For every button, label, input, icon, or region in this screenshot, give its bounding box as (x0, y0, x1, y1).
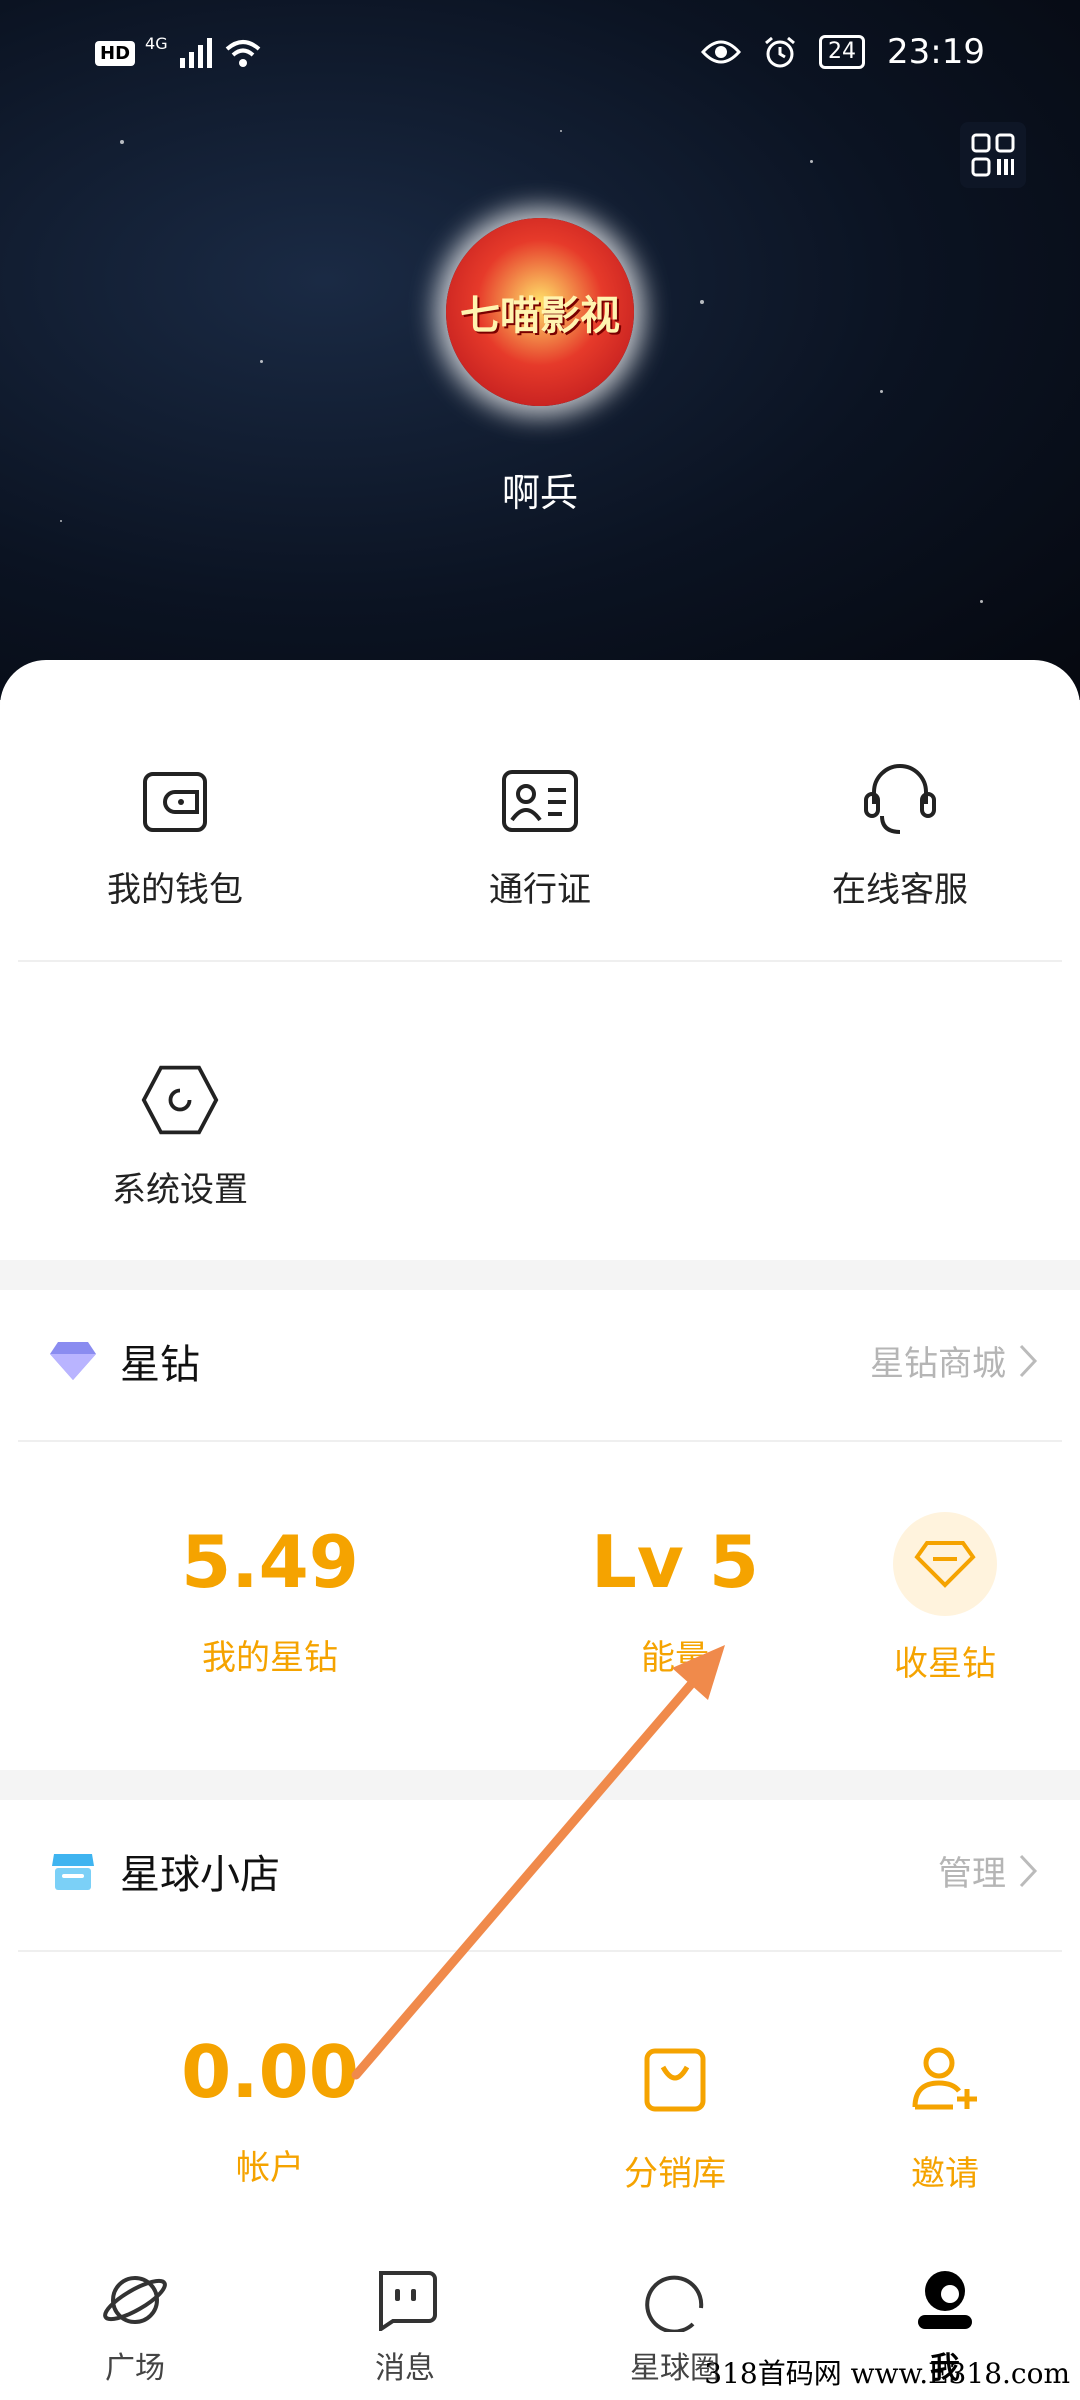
tab-messages[interactable]: 消息 (315, 2265, 495, 2387)
distribution-library-button[interactable]: 分销库 (525, 2038, 825, 2195)
settings-label: 系统设置 (112, 1170, 248, 1210)
collect-star-diamond-label: 收星钻 (894, 1644, 996, 1684)
menu-divider (18, 960, 1062, 962)
star-diamond-header: 星钻 星钻商城 (0, 1310, 1080, 1410)
user-name: 啊兵 (501, 471, 578, 515)
planet-shop-title: 星球小店 (120, 1852, 280, 1898)
watermark-text: 318首码网 www.E318.com (704, 2357, 1070, 2390)
avatar[interactable]: 七喵影视 (446, 218, 634, 406)
shop-manage-link[interactable]: 管理 (938, 1846, 1038, 1895)
my-star-diamond[interactable]: 5.49 我的星钻 (120, 1520, 420, 1679)
chevron-right-icon (1019, 1854, 1038, 1887)
profile-icon (918, 2271, 972, 2329)
star-diamond-card: 星钻 星钻商城 5.49 我的星钻 Lv 5 能量 收星钻 (0, 1290, 1080, 1770)
add-user-icon (912, 2047, 977, 2110)
menu-card: 我的钱包 通行证 在线客服 系统设置 (0, 660, 1080, 1260)
star-diamond-mall-label: 星钻商城 (870, 1344, 1006, 1384)
shop-icon (52, 1854, 94, 1890)
chevron-right-icon (1019, 1344, 1038, 1377)
pass-label: 通行证 (489, 870, 591, 910)
energy-level[interactable]: Lv 5 能量 (525, 1520, 825, 1679)
planet-shop-divider (18, 1950, 1062, 1952)
wallet-icon (143, 772, 207, 832)
pass-button[interactable]: 通行证 (420, 760, 660, 911)
clock: 23:19 (887, 32, 985, 72)
invite-label: 邀请 (911, 2154, 979, 2194)
avatar-image-text: 七喵影视 (460, 293, 620, 339)
shop-account-label: 帐户 (236, 2148, 304, 2188)
star-diamond-mall-link[interactable]: 星钻商城 (870, 1336, 1038, 1385)
circle-icon (645, 2275, 704, 2332)
star-diamond-divider (18, 1440, 1062, 1442)
shopping-bag-icon (644, 2048, 706, 2112)
tab-messages-label: 消息 (375, 2351, 435, 2386)
star-diamond-title: 星钻 (120, 1342, 200, 1388)
id-card-icon (502, 770, 578, 832)
network-type: 4G (145, 33, 168, 53)
shop-manage-label: 管理 (938, 1854, 1006, 1894)
gem-icon (914, 1541, 976, 1588)
status-bar: HD 4G 24 23:19 (0, 30, 1080, 80)
qr-code-button[interactable] (960, 122, 1026, 188)
star-diamond-balance: 5.49 (181, 1520, 359, 1604)
eye-icon (701, 40, 742, 64)
wallet-label: 我的钱包 (107, 870, 243, 910)
collect-star-diamond-button[interactable]: 收星钻 (795, 1512, 1080, 1685)
invite-button[interactable]: 邀请 (795, 2038, 1080, 2195)
energy-level-value: Lv 5 (591, 1520, 759, 1604)
wallet-button[interactable]: 我的钱包 (55, 760, 295, 911)
profile-header: HD 4G 24 23:19 七喵影视 啊兵 (0, 0, 1080, 700)
star-diamond-balance-label: 我的星钻 (202, 1638, 338, 1678)
qr-code-icon (971, 133, 1015, 177)
settings-hex-icon (141, 1065, 219, 1135)
energy-level-label: 能量 (641, 1638, 709, 1678)
message-icon (379, 2271, 437, 2331)
distribution-library-label: 分销库 (624, 2154, 726, 2194)
planet-icon (103, 2276, 167, 2324)
signal-icon (179, 38, 212, 68)
settings-button[interactable]: 系统设置 (60, 1060, 300, 1211)
planet-shop-header: 星球小店 管理 (0, 1820, 1080, 1920)
bottom-tab-bar: 广场 消息 星球圈 我 318首码网 www.E318.com (0, 2245, 1080, 2400)
shop-account-balance: 0.00 (181, 2030, 359, 2114)
customer-service-button[interactable]: 在线客服 (780, 760, 1020, 911)
tab-square-label: 广场 (105, 2351, 165, 2386)
battery-indicator: 24 (819, 35, 866, 69)
headset-icon (864, 764, 936, 834)
wifi-icon (225, 40, 260, 67)
tab-square[interactable]: 广场 (45, 2265, 225, 2387)
hd-indicator: HD (95, 40, 136, 66)
diamond-icon (50, 1342, 96, 1380)
alarm-icon (765, 36, 795, 68)
shop-account[interactable]: 0.00 帐户 (120, 2030, 420, 2189)
customer-service-label: 在线客服 (832, 870, 968, 910)
planet-shop-card: 星球小店 管理 0.00 帐户 分销库 邀请 (0, 1800, 1080, 2245)
